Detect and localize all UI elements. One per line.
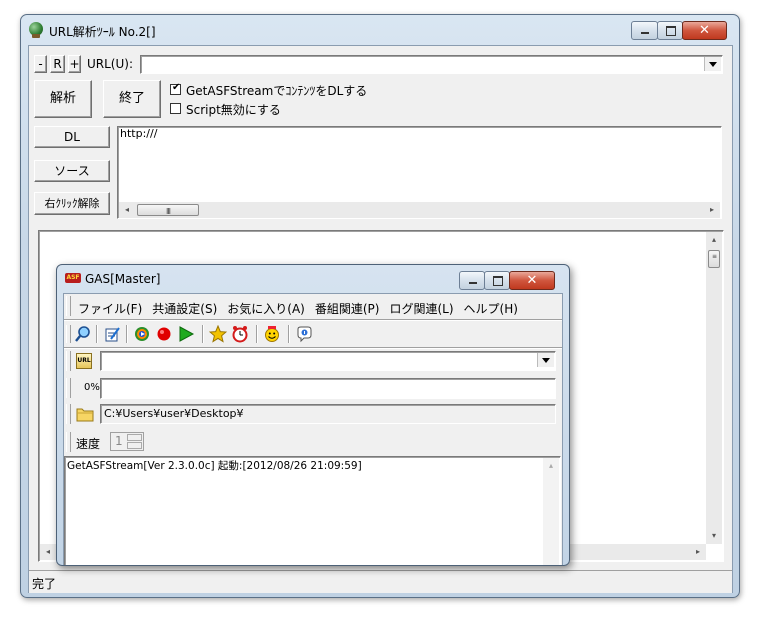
maximize-button[interactable] [657, 21, 683, 40]
script-label: Script無効にする [186, 103, 281, 117]
analyze-button[interactable]: 解析 [34, 80, 92, 118]
url-combobox[interactable] [140, 55, 723, 74]
gas-minimize-button[interactable] [459, 271, 485, 290]
folder-icon[interactable] [76, 406, 94, 422]
progress-label: 0% [84, 382, 100, 393]
chevron-down-icon[interactable] [537, 353, 554, 367]
minimize-icon [469, 282, 477, 284]
exit-button[interactable]: 終了 [103, 80, 161, 118]
url-label: URL(U): [87, 57, 133, 71]
star-icon[interactable] [209, 325, 227, 343]
maximize-icon [666, 26, 676, 36]
speed-value: 1 [115, 434, 123, 448]
menu-log[interactable]: ログ関連(L) [389, 300, 453, 317]
edit-icon[interactable] [103, 325, 121, 343]
menu-favorites[interactable]: お気に入り(A) [227, 300, 305, 317]
scroll-right-icon[interactable]: ▸ [690, 544, 706, 560]
globe-icon [29, 22, 43, 38]
record-icon[interactable] [155, 325, 173, 343]
output-hscrollbar[interactable]: ◂ III ▸ [119, 202, 720, 218]
log-textarea[interactable]: GetASFStream[Ver 2.3.0.0c] 起動:[2012/08/2… [64, 456, 561, 565]
scroll-up-icon[interactable]: ▴ [706, 232, 722, 248]
output-text: http:/// [120, 127, 158, 140]
media-player-icon[interactable] [133, 325, 151, 343]
close-button[interactable]: ✕ [682, 21, 727, 40]
smiley-icon[interactable] [263, 325, 281, 343]
speed-label: 速度 [76, 437, 101, 451]
folder-path-field[interactable]: C:¥Users¥user¥Desktop¥ [100, 404, 556, 424]
gas-client-area: ファイル(F) 共通設定(S) お気に入り(A) 番組関連(P) ログ関連(L)… [63, 293, 563, 565]
output-textarea[interactable]: http:/// ◂ III ▸ [117, 126, 722, 219]
gas-window: ASF GAS[Master] ✕ ファイル(F) 共通設定(S) お気に入り(… [56, 264, 570, 566]
status-bar: 完了 [29, 570, 732, 593]
url-badge-icon: URL [76, 353, 92, 369]
checkmark-icon: ✔ [172, 82, 181, 93]
getasf-label: GetASFStreamでｺﾝﾃﾝﾂをDLする [186, 84, 368, 98]
info-icon[interactable] [295, 325, 313, 343]
source-button[interactable]: ソース [34, 160, 110, 182]
speed-spinner[interactable]: 1 [110, 432, 144, 451]
log-vscrollbar[interactable]: ▴ [543, 458, 559, 565]
minus-button[interactable]: - [34, 55, 47, 73]
close-icon: ✕ [699, 23, 710, 38]
minimize-button[interactable] [631, 21, 658, 40]
status-text: 完了 [32, 577, 57, 591]
spinner-down-icon[interactable] [127, 442, 142, 449]
menu-program[interactable]: 番組関連(P) [315, 300, 380, 317]
folder-path-text: C:¥Users¥user¥Desktop¥ [104, 407, 244, 420]
gas-maximize-button[interactable] [484, 271, 510, 290]
script-checkbox[interactable] [170, 103, 181, 114]
minimize-icon [641, 32, 649, 34]
getasf-checkbox[interactable]: ✔ [170, 82, 181, 95]
plus-button[interactable]: + [68, 55, 81, 73]
scroll-down-icon[interactable]: ▾ [706, 528, 722, 544]
chevron-down-icon[interactable] [704, 57, 721, 71]
gas-toolbar [64, 323, 562, 345]
spinner-up-icon[interactable] [127, 434, 142, 441]
menubar-grip [66, 296, 71, 316]
browser-vscroll-thumb[interactable]: ≡ [708, 250, 720, 268]
browser-vscrollbar[interactable]: ▴ ≡ ▾ [706, 232, 722, 544]
r-button[interactable]: R [50, 55, 65, 73]
gas-menu-bar: ファイル(F) 共通設定(S) お気に入り(A) 番組関連(P) ログ関連(L)… [78, 300, 518, 317]
gas-window-title: GAS[Master] [85, 272, 161, 286]
gas-close-button[interactable]: ✕ [509, 271, 555, 290]
menu-help[interactable]: ヘルプ(H) [464, 300, 518, 317]
dl-button[interactable]: DL [34, 126, 110, 148]
scroll-left-icon[interactable]: ◂ [40, 544, 56, 560]
asf-app-icon: ASF [65, 273, 81, 283]
log-text: GetASFStream[Ver 2.3.0.0c] 起動:[2012/08/2… [67, 460, 362, 472]
menu-file[interactable]: ファイル(F) [78, 300, 142, 317]
search-icon[interactable] [74, 325, 92, 343]
title-bar[interactable]: URL解析ﾂｰﾙ No.2[] ✕ [21, 15, 739, 45]
play-icon[interactable] [177, 325, 195, 343]
menu-common-settings[interactable]: 共通設定(S) [152, 300, 217, 317]
maximize-icon [493, 276, 503, 286]
scroll-right-icon[interactable]: ▸ [704, 202, 720, 218]
close-icon: ✕ [526, 273, 538, 288]
scroll-left-icon[interactable]: ◂ [119, 202, 135, 218]
scroll-up-icon[interactable]: ▴ [543, 458, 559, 474]
window-title: URL解析ﾂｰﾙ No.2[] [49, 25, 156, 39]
gas-url-combobox[interactable] [100, 351, 556, 371]
alarm-clock-icon[interactable] [231, 325, 249, 343]
progress-bar [100, 378, 556, 399]
output-hscroll-thumb[interactable]: III [137, 204, 199, 216]
right-click-unlock-button[interactable]: 右ｸﾘｯｸ解除 [34, 192, 110, 215]
